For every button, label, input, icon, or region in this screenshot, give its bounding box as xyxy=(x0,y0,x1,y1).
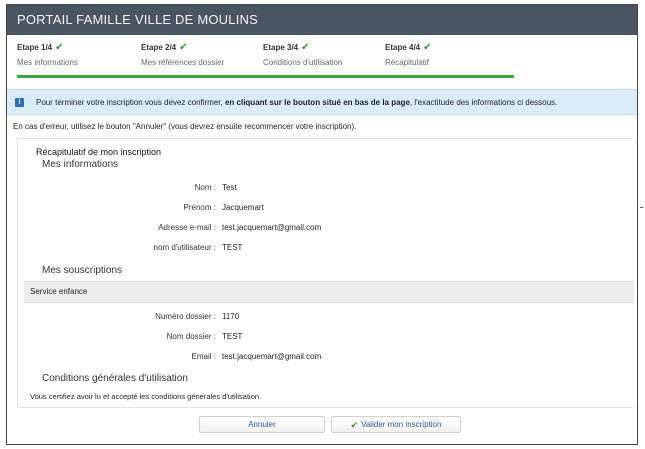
cgu-text: Vous certifiez avoir lu et accepté les c… xyxy=(30,392,262,401)
check-icon: ✔ xyxy=(423,41,432,53)
check-icon: ✔ xyxy=(179,41,188,53)
step-2: Etape 2/4 ✔ Mes références dossier xyxy=(141,41,225,67)
field-value: Jacquemart xyxy=(222,203,264,212)
field-row-nom: Nom : Test xyxy=(18,183,618,195)
field-value: test.jacquemart@gmail.com xyxy=(222,352,322,361)
page-title: PORTAIL FAMILLE VILLE DE MOULINS xyxy=(17,12,258,27)
error-instructions: En cas d'erreur, utilisez le bouton "Ann… xyxy=(13,122,357,131)
field-row-numero-dossier: Numéro dossier : 1170 xyxy=(18,312,618,324)
field-row-username: nom d'utilisateur : TEST xyxy=(18,243,618,255)
recap-title: Récapitulatif de mon inscription xyxy=(36,147,162,157)
field-label: Nom dossier : xyxy=(166,332,216,341)
field-label: Adresse e-mail : xyxy=(158,223,216,232)
field-label: nom d'utilisateur : xyxy=(153,243,216,252)
step-1: Etape 1/4 ✔ Mes informations xyxy=(17,41,78,67)
step-3: Etape 3/4 ✔ Conditions d'utilisation xyxy=(263,41,343,67)
step-sub: Mes informations xyxy=(17,58,78,67)
wizard-steps: Etape 1/4 ✔ Mes informations Etape 2/4 ✔ M… xyxy=(7,35,637,83)
field-row-email: Adresse e-mail : test.jacquemart@gmail.c… xyxy=(18,223,618,235)
field-row-email-dossier: Email : test.jacquemart@gmail.com xyxy=(18,352,618,364)
step-label: Etape 3/4 xyxy=(263,43,299,52)
field-value: TEST xyxy=(222,243,243,252)
cancel-button[interactable]: Annuler xyxy=(199,416,325,433)
step-sub: Récapitulatif xyxy=(385,58,430,67)
section-heading-souscriptions: Mes souscriptions xyxy=(42,265,123,276)
cancel-button-label: Annuler xyxy=(248,420,276,429)
section-heading-cgu: Conditions générales d'utilisation xyxy=(42,373,188,384)
info-text-before: Pour terminer votre inscription vous dev… xyxy=(36,97,225,107)
info-text-bold: en cliquant sur le bouton situé en bas d… xyxy=(224,97,410,107)
page-header: PORTAIL FAMILLE VILLE DE MOULINS xyxy=(7,5,637,35)
check-icon: ✔ xyxy=(301,41,310,53)
section-heading-mes-informations: Mes informations xyxy=(42,159,119,170)
step-label: Etape 1/4 xyxy=(17,43,53,52)
step-label: Etape 2/4 xyxy=(141,43,177,52)
field-label: Prénom : xyxy=(183,203,216,212)
service-bar: Service enfance xyxy=(24,281,634,303)
info-text: Pour terminer votre inscription vous dev… xyxy=(36,98,557,107)
recap-panel: Récapitulatif de mon inscription Mes inf… xyxy=(17,138,634,408)
field-value: TEST xyxy=(222,332,243,341)
check-icon: ✔ xyxy=(350,419,359,430)
validate-button-label: Valider mon inscription xyxy=(361,420,442,429)
field-value: test.jacquemart@gmail.com xyxy=(222,223,322,232)
step-4: Etape 4/4 ✔ Récapitulatif xyxy=(385,41,432,67)
step-label: Etape 4/4 xyxy=(385,43,421,52)
field-value: Test xyxy=(222,183,237,192)
info-banner: i Pour terminer votre inscription vous d… xyxy=(7,89,637,115)
field-label: Email : xyxy=(191,352,216,361)
progress-bar xyxy=(17,75,514,78)
edge-mark xyxy=(640,207,643,208)
field-row-prenom: Prénom : Jacquemart xyxy=(18,203,618,215)
check-icon: ✔ xyxy=(55,41,64,53)
info-icon: i xyxy=(15,97,24,107)
field-label: Numéro dossier : xyxy=(155,312,216,321)
field-label: Nom : xyxy=(194,183,216,192)
app-frame: PORTAIL FAMILLE VILLE DE MOULINS Etape 1… xyxy=(6,4,638,445)
info-text-after: , l'exactitude des informations ci desso… xyxy=(409,97,558,107)
step-sub: Mes références dossier xyxy=(141,58,225,67)
field-row-nom-dossier: Nom dossier : TEST xyxy=(18,332,618,344)
step-sub: Conditions d'utilisation xyxy=(263,58,343,67)
field-value: 1170 xyxy=(222,312,240,321)
validate-button[interactable]: ✔ Valider mon inscription xyxy=(331,416,461,433)
